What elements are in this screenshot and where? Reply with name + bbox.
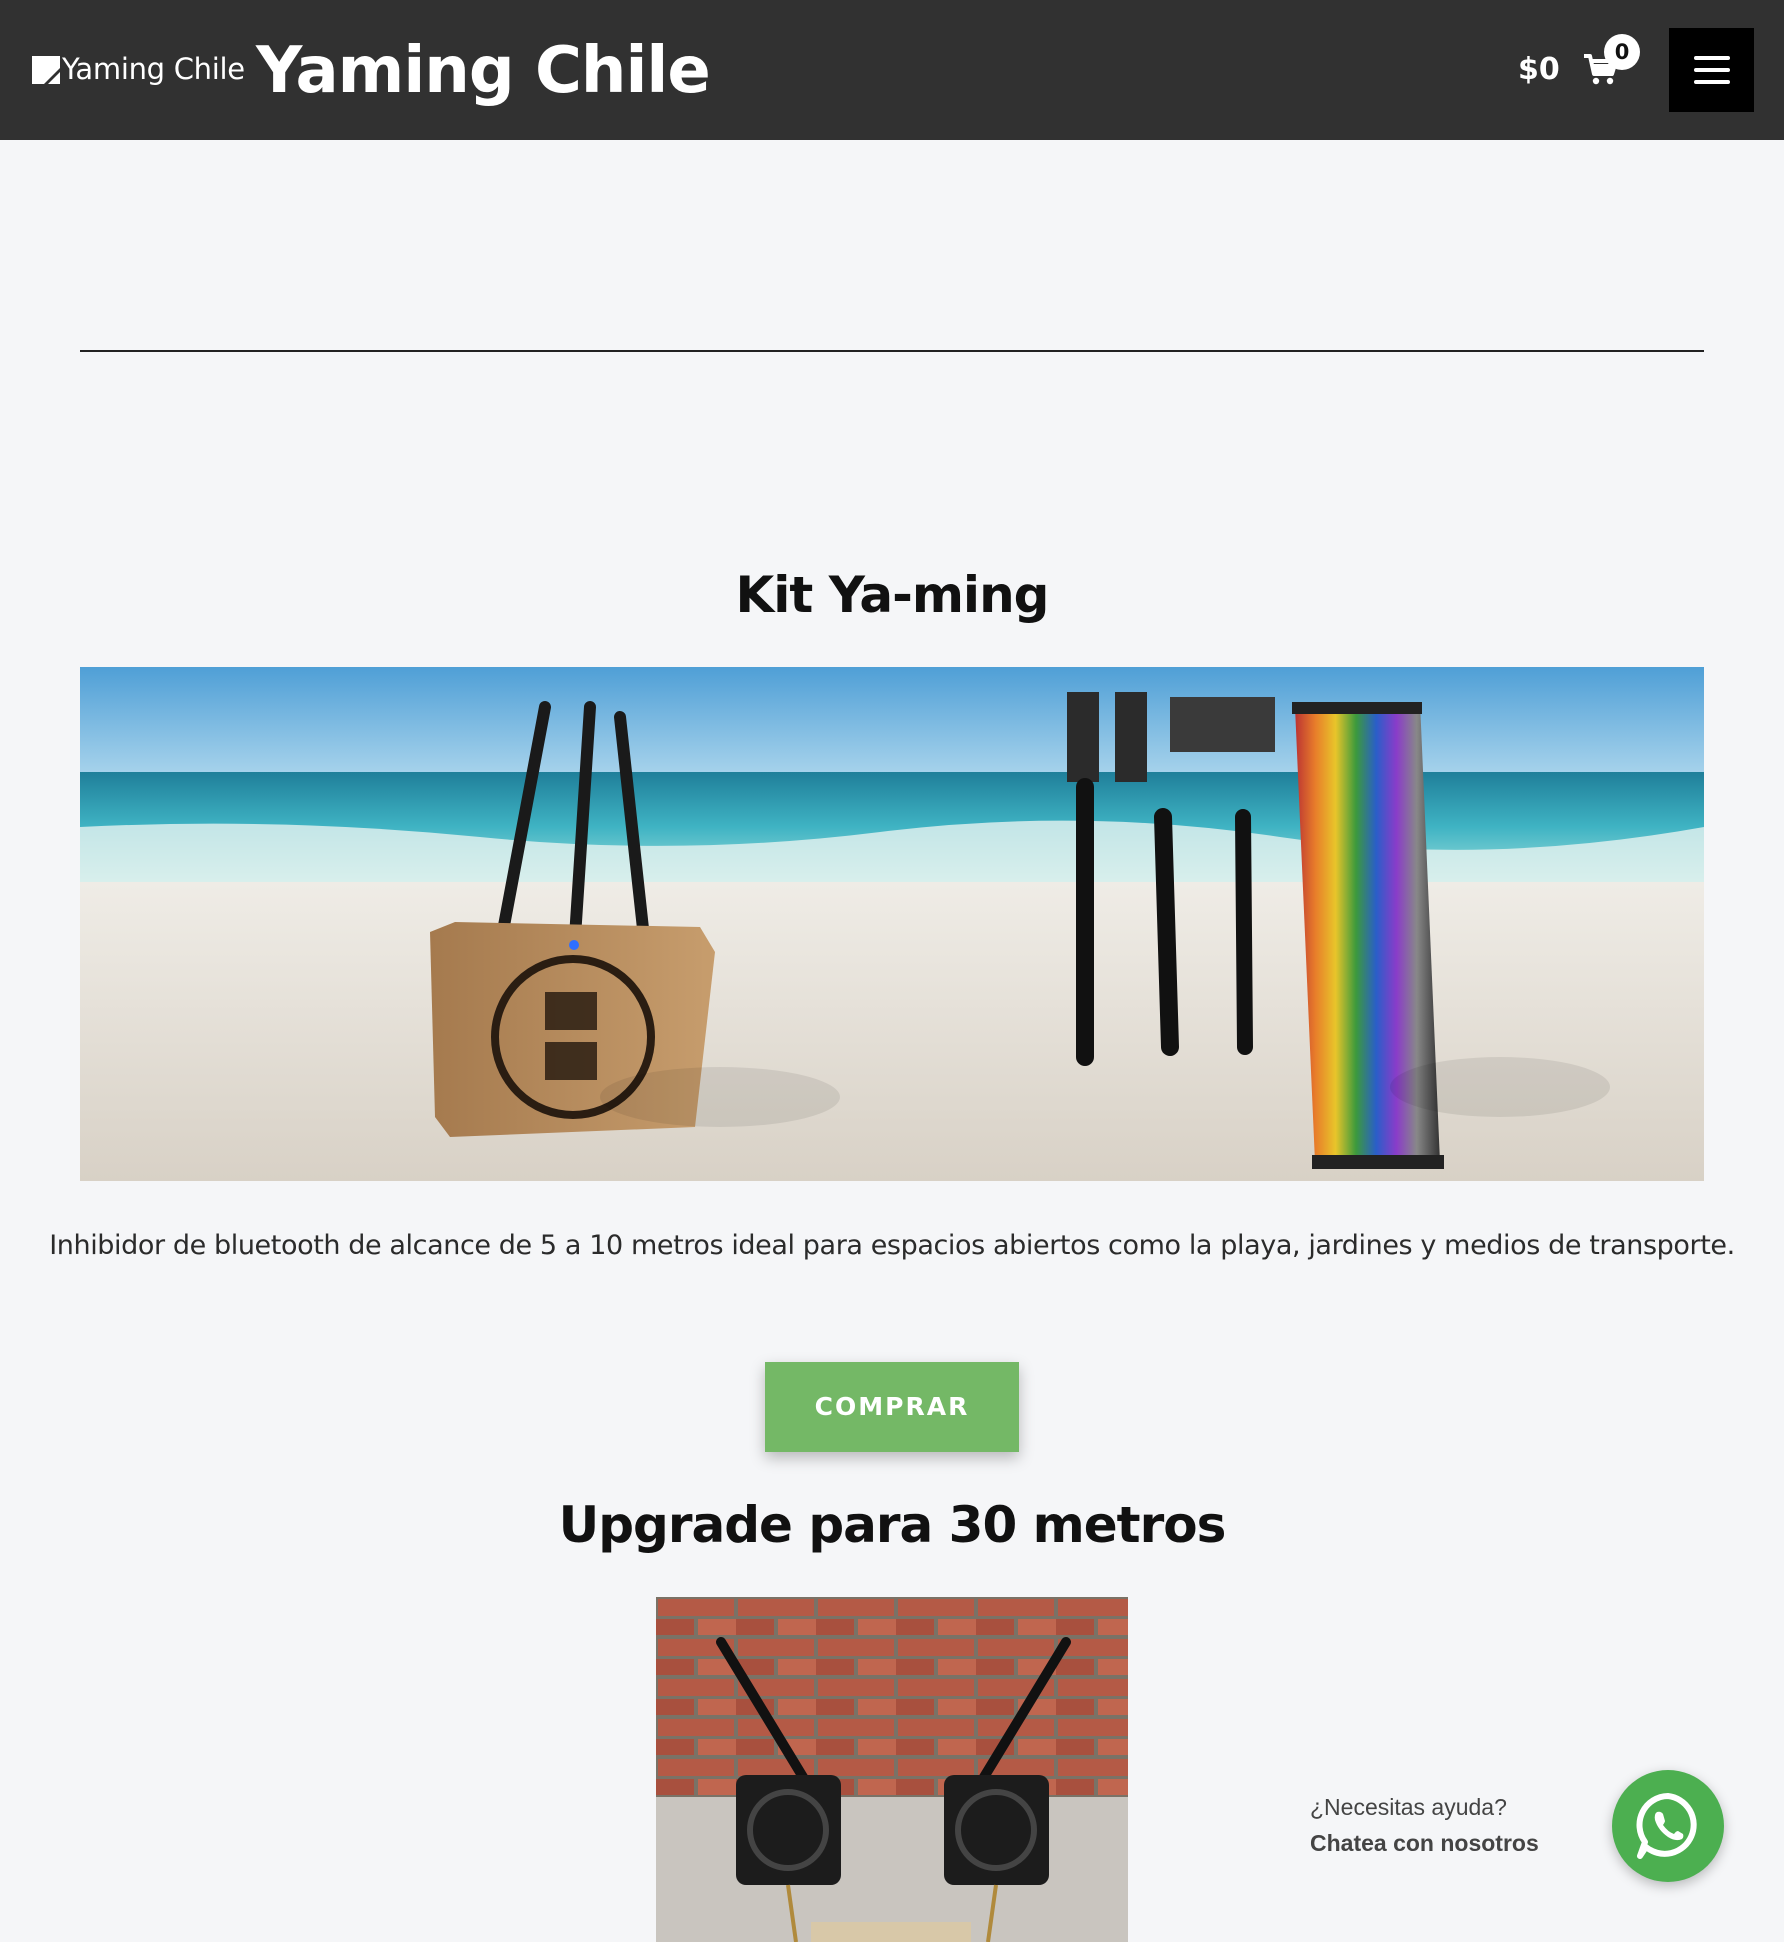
- whatsapp-button[interactable]: [1612, 1770, 1724, 1882]
- cart-total[interactable]: $0: [1518, 52, 1560, 87]
- upgrade-product-image: [656, 1597, 1128, 1942]
- hamburger-icon-line: [1694, 80, 1730, 84]
- kit-hero-image: [80, 667, 1704, 1181]
- cart-count-badge: 0: [1604, 34, 1640, 70]
- kit-title: Kit Ya-ming: [735, 566, 1050, 624]
- whatsapp-icon: [1636, 1793, 1697, 1859]
- upgrade-title: Upgrade para 30 metros: [558, 1496, 1227, 1554]
- hamburger-icon-line: [1694, 68, 1730, 72]
- site-header: Yaming Chile Yaming Chile $0 0: [0, 0, 1784, 140]
- buy-button[interactable]: COMPRAR: [765, 1362, 1019, 1452]
- menu-button[interactable]: [1669, 28, 1754, 112]
- broken-image-icon[interactable]: [30, 54, 62, 86]
- kit-description: Inhibidor de bluetooth de alcance de 5 a…: [49, 1230, 1735, 1261]
- logo-alt-text[interactable]: Yaming Chile: [62, 52, 245, 86]
- site-title[interactable]: Yaming Chile: [256, 34, 711, 108]
- whatsapp-help-text[interactable]: ¿Necesitas ayuda?: [1310, 1794, 1507, 1821]
- section-divider: [80, 350, 1704, 352]
- hamburger-icon-line: [1694, 56, 1730, 60]
- whatsapp-chat-text[interactable]: Chatea con nosotros: [1310, 1830, 1539, 1857]
